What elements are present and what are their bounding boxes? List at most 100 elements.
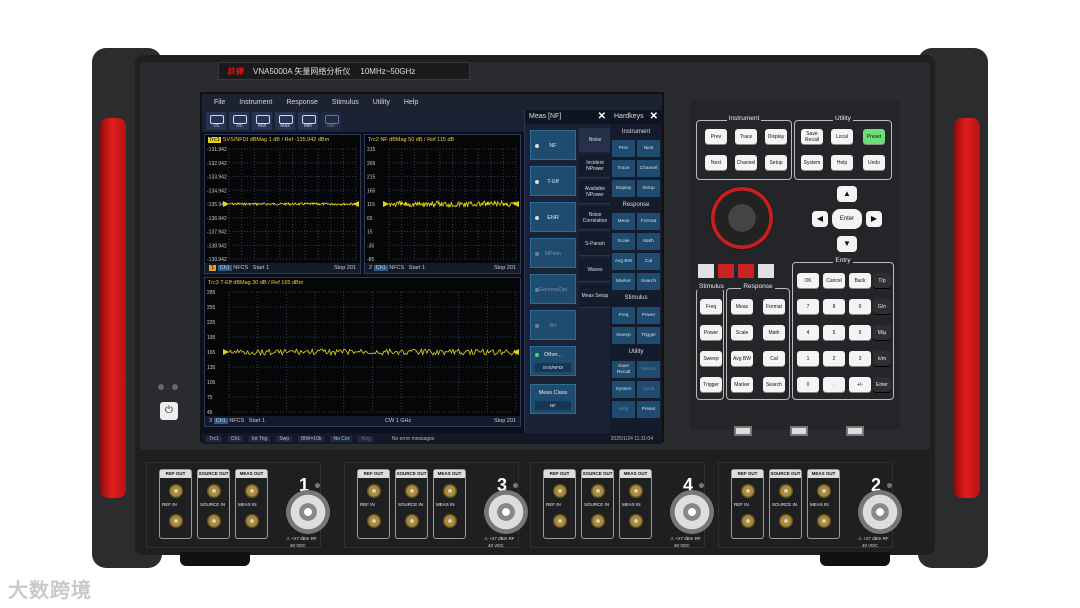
meas-other-button[interactable]: Other... SVS/NFDI [530, 346, 576, 376]
back-key[interactable]: Back [849, 273, 871, 288]
trigger-key[interactable]: Trigger [700, 377, 722, 392]
soft-meas[interactable]: Meas [612, 213, 635, 230]
sma-connector[interactable] [817, 514, 831, 528]
status-trace[interactable]: Trc1 [206, 435, 222, 442]
close-icon[interactable]: ✕ [650, 110, 658, 124]
display-key[interactable]: Display [765, 129, 787, 144]
soft-macro[interactable]: Macro [637, 361, 660, 378]
soft-avg-bw[interactable]: Avg BW [612, 253, 635, 270]
local-key[interactable]: Local [831, 129, 853, 144]
test-port-connector[interactable] [484, 490, 528, 534]
unit-t-p-key[interactable]: T/p [873, 273, 891, 288]
soft-local[interactable]: Local [637, 381, 660, 398]
meas-class-button[interactable]: Meas Class NF [530, 384, 576, 414]
soft-preset[interactable]: Preset [637, 401, 660, 418]
key-2[interactable]: 2 [823, 351, 845, 366]
remove-marker-button[interactable]: Mkr [321, 112, 341, 130]
soft-help[interactable]: Help [612, 401, 635, 418]
meas-key[interactable]: Meas [731, 299, 753, 314]
search-key[interactable]: Search [763, 377, 785, 392]
help-key[interactable]: Help [831, 155, 853, 170]
sma-connector[interactable] [207, 484, 221, 498]
plot-window-3[interactable]: Trc3 T-Eff dBMag 30 dB / Ref 165 dBm 285… [204, 277, 521, 427]
key-9[interactable]: 9 [849, 299, 871, 314]
sma-connector[interactable] [591, 514, 605, 528]
key-1[interactable]: 1 [797, 351, 819, 366]
freq-key[interactable]: Freq [700, 299, 722, 314]
soft-scale[interactable]: Scale [612, 233, 635, 250]
add-trace-button[interactable]: Trc [206, 112, 226, 130]
sma-connector[interactable] [245, 514, 259, 528]
key-6[interactable]: 6 [849, 325, 871, 340]
arrow-right-icon[interactable]: ▶ [866, 211, 882, 227]
scale-key[interactable]: Scale [731, 325, 753, 340]
format-key[interactable]: Format [763, 299, 785, 314]
maximize-button[interactable]: Max [275, 112, 295, 130]
avg-bw-key[interactable]: Avg BW [731, 351, 753, 366]
key-5[interactable]: 5 [823, 325, 845, 340]
prev-key[interactable]: Prev [705, 129, 727, 144]
menu-utility[interactable]: Utility [373, 99, 390, 106]
meas-npwin-button[interactable]: NPwin [530, 238, 576, 268]
usb-port[interactable] [790, 426, 808, 436]
power-key[interactable]: Power [700, 325, 722, 340]
channel-key[interactable]: Channel [735, 155, 757, 170]
usb-port[interactable] [734, 426, 752, 436]
trace-key[interactable]: Trace [735, 129, 757, 144]
soft-format[interactable]: Format [637, 213, 660, 230]
status-trigger[interactable]: Int Trig [249, 435, 271, 442]
test-port-connector[interactable] [670, 490, 714, 534]
plot-window-2[interactable]: Trc2 NF dBMag 50 dB / Ref 115 dB 315 265 2… [364, 134, 521, 274]
sma-connector[interactable] [169, 484, 183, 498]
sma-connector[interactable] [367, 514, 381, 528]
marker-key[interactable]: Marker [731, 377, 753, 392]
soft-sweep[interactable]: Sweep [612, 327, 635, 344]
soft-power[interactable]: Power [637, 307, 660, 324]
sma-connector[interactable] [629, 514, 643, 528]
soft-setup[interactable]: Setup [637, 180, 660, 197]
status-sweep[interactable]: Swp [276, 435, 293, 442]
tab-noise[interactable]: Noise [579, 128, 611, 152]
key-8[interactable]: 8 [823, 299, 845, 314]
key-decimal[interactable]: . [823, 377, 845, 392]
sma-connector[interactable] [553, 484, 567, 498]
window-button[interactable]: Win [252, 112, 272, 130]
meas-rn-button[interactable]: Rn [530, 310, 576, 340]
unit-g-n-key[interactable]: G/n [873, 299, 891, 314]
entry-enter-key[interactable]: Enter [873, 377, 891, 392]
rotary-knob[interactable] [710, 186, 774, 250]
soft-trigger[interactable]: Trigger [637, 327, 660, 344]
key-4[interactable]: 4 [797, 325, 819, 340]
sma-connector[interactable] [207, 514, 221, 528]
sma-connector[interactable] [553, 514, 567, 528]
meas-teff-button[interactable]: T-Eff [530, 166, 576, 196]
preset-key[interactable]: Preset [863, 129, 885, 144]
key-3[interactable]: 3 [849, 351, 871, 366]
cancel-key[interactable]: Cancel [823, 273, 845, 288]
sma-connector[interactable] [779, 484, 793, 498]
sma-connector[interactable] [443, 514, 457, 528]
setup-key[interactable]: Setup [765, 155, 787, 170]
soft-channel[interactable]: Channel [637, 160, 660, 177]
key-7[interactable]: 7 [797, 299, 819, 314]
menu-file[interactable]: File [214, 99, 225, 106]
soft-prev[interactable]: Prev [612, 140, 635, 157]
meas-nf-button[interactable]: NF [530, 130, 576, 160]
status-average[interactable]: Avg [358, 435, 373, 442]
arrow-up-icon[interactable]: ▲ [837, 186, 857, 202]
tab-meas-setup[interactable]: Meas Setup [579, 284, 611, 308]
add-marker-button[interactable]: Mkr [298, 112, 318, 130]
arrow-down-icon[interactable]: ▼ [837, 236, 857, 252]
key-0[interactable]: 0 [797, 377, 819, 392]
sweep-key[interactable]: Sweep [700, 351, 722, 366]
math-key[interactable]: Math [763, 325, 785, 340]
tab-waves[interactable]: Waves [579, 258, 611, 282]
sma-connector[interactable] [443, 484, 457, 498]
soft-save-recall[interactable]: Save Recall [612, 361, 635, 378]
tab-noise-correlation[interactable]: Noise Correlation [579, 206, 611, 230]
ok-key[interactable]: OK [797, 273, 819, 288]
plot-window-1[interactable]: Trc1 SVS/NFDI dBMag 1 dB / Ref -135.942 d… [204, 134, 361, 274]
test-port-connector[interactable] [858, 490, 902, 534]
unit-k-m-key[interactable]: k/m [873, 351, 891, 366]
status-ifbw[interactable]: IBW=10k [298, 435, 325, 442]
